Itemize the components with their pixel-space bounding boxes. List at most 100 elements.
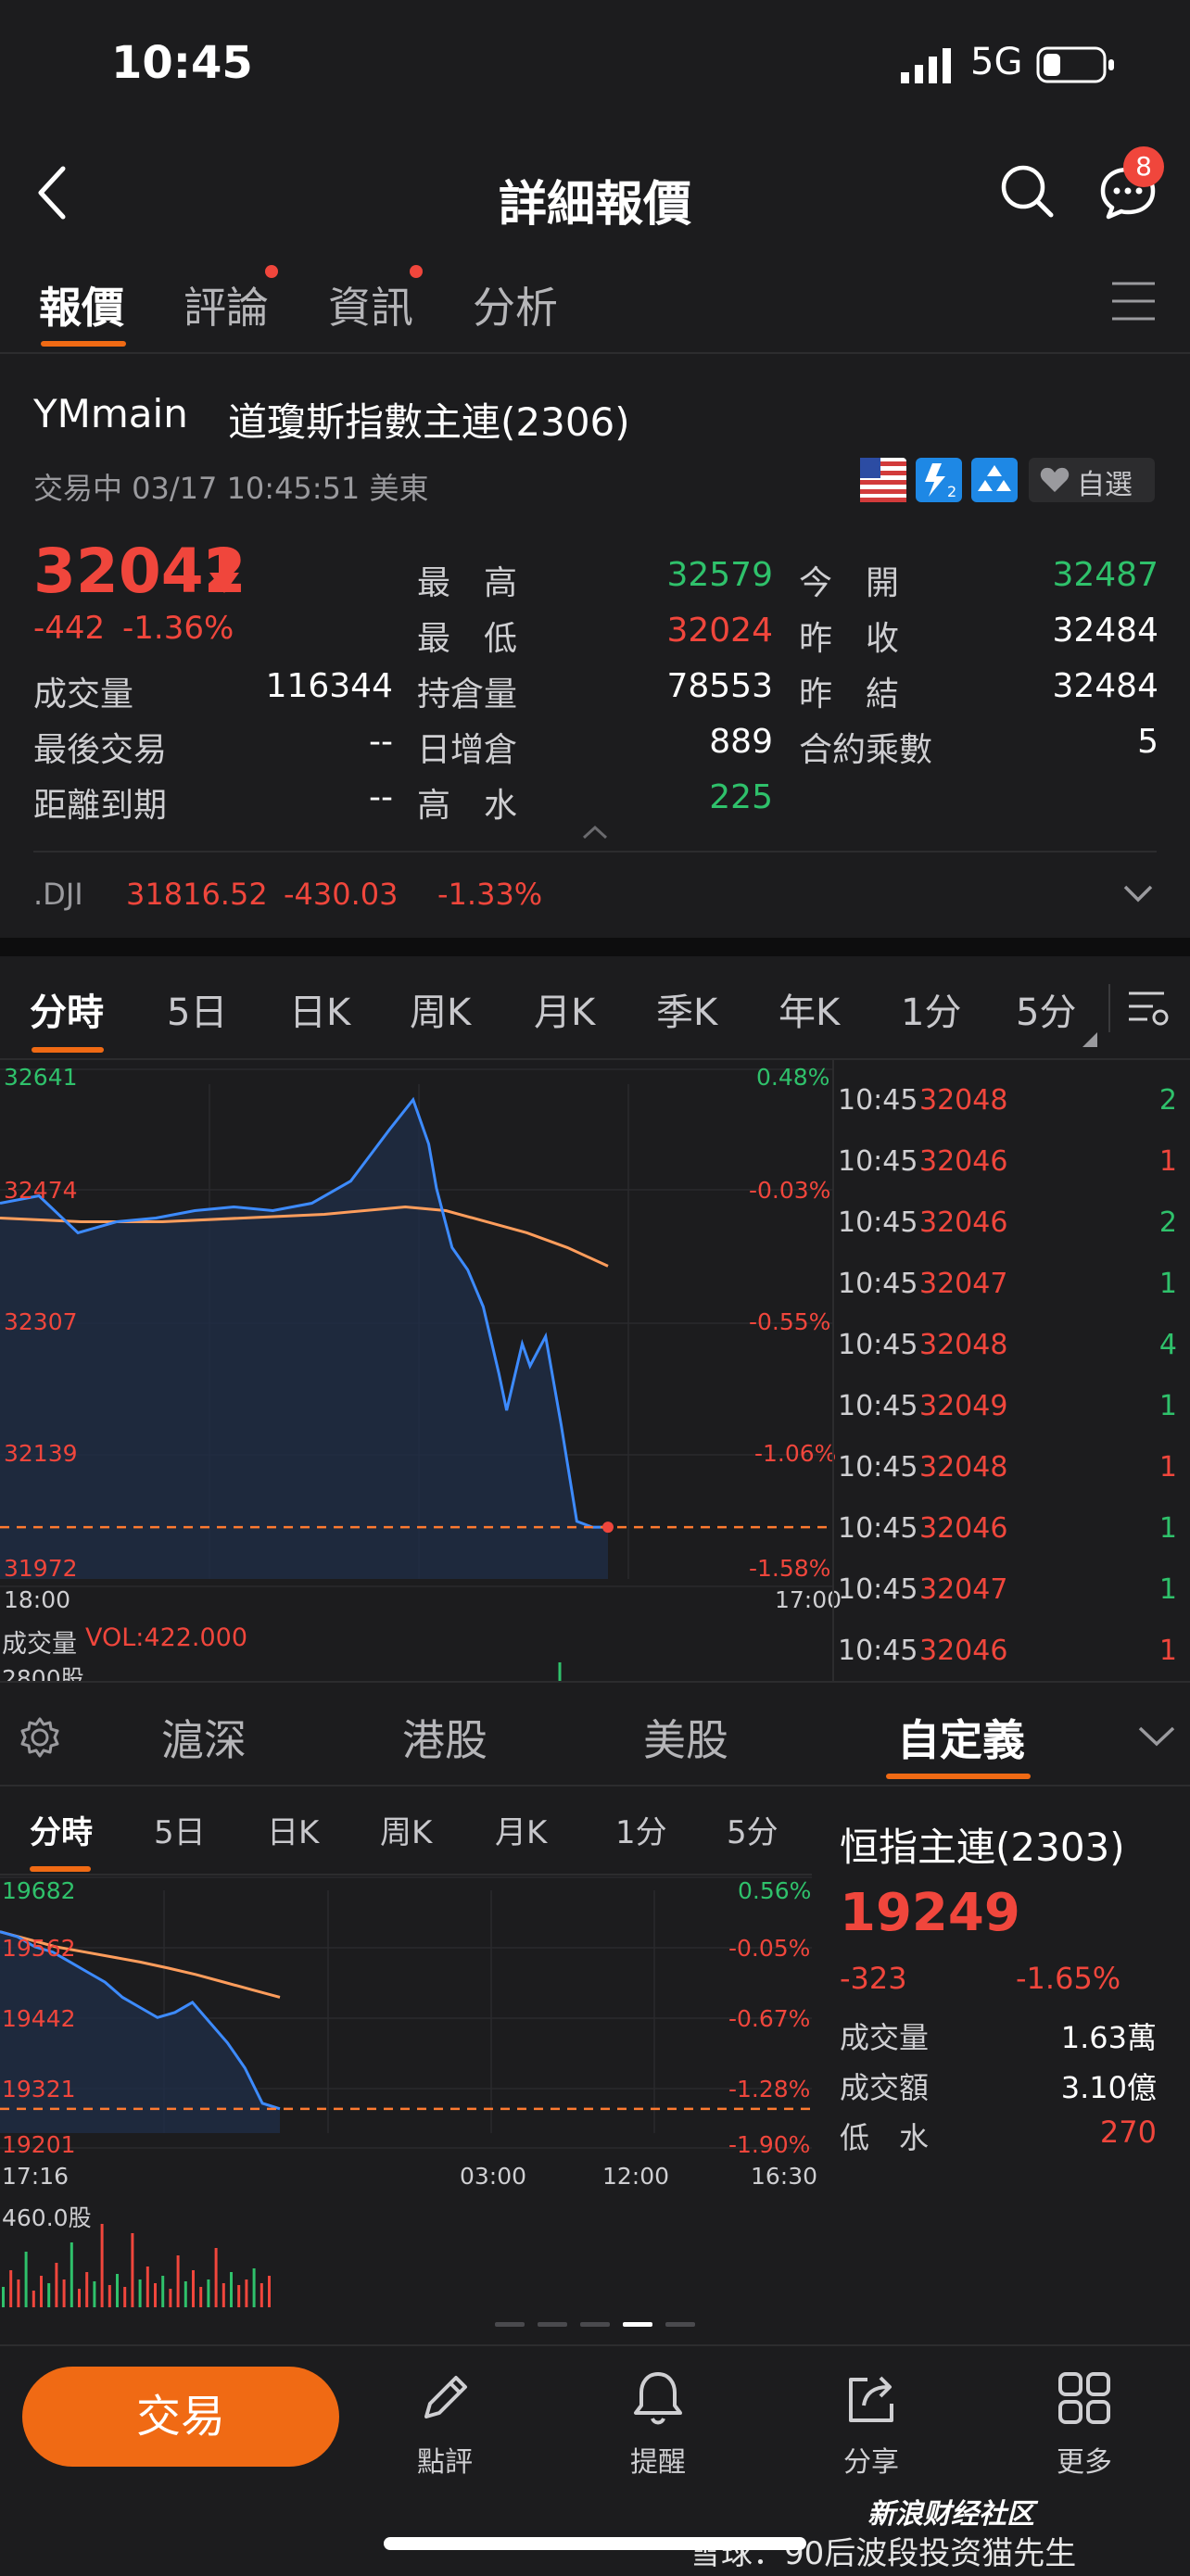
volume-bar bbox=[55, 2263, 58, 2307]
chart-settings-icon[interactable] bbox=[1127, 988, 1170, 1030]
volume-bar bbox=[214, 2248, 218, 2307]
chart-tab-yearly[interactable]: 年K bbox=[779, 982, 840, 1036]
gear-icon[interactable] bbox=[19, 1716, 61, 1759]
dji-change: -430.03 bbox=[284, 877, 399, 912]
chart-tab-1min[interactable]: 1分 bbox=[901, 982, 961, 1036]
volume-bar bbox=[138, 2279, 142, 2307]
volume-bar bbox=[260, 2283, 263, 2307]
hsi-premium-value: 270 bbox=[1099, 2115, 1157, 2150]
volume-bar bbox=[123, 2287, 127, 2307]
dji-symbol: .DJI bbox=[33, 877, 83, 912]
trade-button[interactable]: 交易 bbox=[22, 2367, 339, 2467]
volume-bar bbox=[146, 2267, 149, 2307]
hsi-turnover-label: 成交額 bbox=[840, 2070, 930, 2105]
volume-bar bbox=[268, 2276, 271, 2307]
more-button[interactable]: 更多 bbox=[1019, 2368, 1149, 2480]
mini-tab-intraday[interactable]: 分時 bbox=[30, 1807, 93, 1852]
y-label-bottom: 31972 bbox=[4, 1555, 78, 1582]
chart-tab-intraday[interactable]: 分時 bbox=[30, 982, 104, 1036]
market-tab-china[interactable]: 滬深 bbox=[161, 1707, 247, 1768]
price-change-pct: -1.36% bbox=[122, 610, 234, 647]
chart-tab-monthly[interactable]: 月K bbox=[534, 982, 595, 1036]
tick-row: 10:45 32047 1 bbox=[838, 1268, 1177, 1305]
search-icon[interactable] bbox=[999, 163, 1057, 221]
pct-label-2: -0.03% bbox=[749, 1177, 831, 1204]
mini-pct-label-4: -1.28% bbox=[728, 2076, 811, 2102]
chart-tab-quarterly[interactable]: 季K bbox=[656, 982, 717, 1036]
tab-analysis[interactable]: 分析 bbox=[473, 274, 558, 335]
volume-bar bbox=[222, 2283, 225, 2307]
chart-tab-daily[interactable]: 日K bbox=[289, 982, 350, 1036]
mini-tab-5day[interactable]: 5日 bbox=[154, 1807, 206, 1852]
mini-tab-1min[interactable]: 1分 bbox=[615, 1807, 667, 1852]
expiry-label: 距離到期 bbox=[33, 787, 168, 825]
volume-bar bbox=[24, 2252, 28, 2307]
tick-row: 10:45 32047 1 bbox=[838, 1573, 1177, 1610]
market-tab-hk[interactable]: 港股 bbox=[402, 1707, 487, 1768]
mini-tab-daily[interactable]: 日K bbox=[267, 1807, 319, 1852]
volume-bar bbox=[85, 2272, 89, 2307]
market-tab-custom[interactable]: 自定義 bbox=[897, 1707, 1025, 1768]
volume-bar bbox=[207, 2279, 210, 2307]
prev-settle-label: 昨 結 bbox=[799, 676, 900, 713]
y-label-2: 32474 bbox=[4, 1177, 78, 1204]
hsi-mini-chart[interactable] bbox=[0, 1874, 812, 2309]
quote-symbol: YMmain bbox=[33, 391, 188, 436]
us-flag-icon bbox=[860, 458, 906, 502]
menu-icon[interactable] bbox=[1112, 280, 1155, 322]
tick-qty: 1 bbox=[1158, 1390, 1177, 1422]
notification-badge: 8 bbox=[1123, 146, 1164, 187]
comment-button[interactable]: 點評 bbox=[380, 2368, 510, 2480]
tab-quote[interactable]: 報價 bbox=[39, 274, 124, 335]
pct-label-3: -0.55% bbox=[749, 1308, 831, 1335]
signal-icon bbox=[901, 48, 951, 83]
mini-y-label-2: 19562 bbox=[2, 1935, 76, 1962]
tick-qty: 2 bbox=[1158, 1084, 1177, 1117]
hsi-volume-label: 成交量 bbox=[840, 2020, 930, 2055]
prev-close-value: 32484 bbox=[1052, 612, 1158, 650]
open-label: 今 開 bbox=[799, 564, 900, 602]
volume-bar bbox=[116, 2274, 119, 2307]
chevron-down-icon[interactable] bbox=[1138, 1725, 1175, 1748]
expand-icon[interactable] bbox=[1123, 884, 1153, 903]
xueqiu-watermark: 雪球：90后波段投资猫先生 bbox=[690, 2535, 1077, 2572]
intraday-chart[interactable] bbox=[0, 1060, 834, 1681]
tick-price: 32048 bbox=[919, 1084, 1008, 1117]
tick-time: 10:45 bbox=[838, 1451, 918, 1484]
tick-price: 32046 bbox=[919, 1206, 1008, 1239]
watchlist-button[interactable]: 自選 bbox=[1029, 458, 1155, 502]
mini-tab-monthly[interactable]: 月K bbox=[495, 1807, 547, 1852]
volume-bar bbox=[17, 2279, 20, 2307]
market-tab-us[interactable]: 美股 bbox=[643, 1707, 728, 1768]
volume-bar bbox=[161, 2276, 165, 2307]
mini-tab-weekly[interactable]: 周K bbox=[380, 1807, 432, 1852]
tab-comments[interactable]: 評論 bbox=[184, 274, 269, 335]
tick-row: 10:45 32046 1 bbox=[838, 1145, 1177, 1182]
chart-tab-weekly[interactable]: 周K bbox=[410, 982, 471, 1036]
share-button[interactable]: 分享 bbox=[806, 2368, 936, 2480]
tick-row: 10:45 32046 1 bbox=[838, 1635, 1177, 1672]
tab-news[interactable]: 資訊 bbox=[328, 274, 413, 335]
chart-tab-5min[interactable]: 5分 bbox=[1016, 982, 1076, 1036]
pct-label-bottom: -1.58% bbox=[749, 1555, 831, 1582]
volume-bar bbox=[131, 2233, 134, 2307]
tick-qty: 2 bbox=[1158, 1206, 1177, 1239]
low-value: 32024 bbox=[666, 612, 773, 650]
bell-icon bbox=[634, 2372, 682, 2425]
hsi-quote-card[interactable]: 恒指主連(2303) 19249 -323 -1.65% 成交量 1.63萬 成… bbox=[812, 1785, 1190, 2313]
gold-bars-icon bbox=[971, 458, 1018, 502]
mini-volume-bars bbox=[2, 2224, 271, 2307]
tab-divider bbox=[1108, 984, 1110, 1032]
volume-bar bbox=[192, 2270, 195, 2307]
chart-tab-5day[interactable]: 5日 bbox=[167, 982, 227, 1036]
daily-oi-label: 日增倉 bbox=[417, 731, 518, 769]
mini-tab-5min[interactable]: 5分 bbox=[727, 1807, 779, 1852]
volume-label: 成交量 bbox=[33, 676, 134, 713]
y-label-3: 32307 bbox=[4, 1308, 78, 1335]
alert-button[interactable]: 提醒 bbox=[593, 2368, 723, 2480]
mini-pct-label-3: -0.67% bbox=[728, 2005, 811, 2032]
volume-bar bbox=[62, 2279, 66, 2307]
chart-period-tabs: 分時 5日 日K 周K 月K 季K 年K 1分 5分 bbox=[0, 956, 1190, 1060]
collapse-icon[interactable] bbox=[582, 825, 608, 840]
mini-volume-axis-label: 460.0股 bbox=[2, 2204, 92, 2231]
